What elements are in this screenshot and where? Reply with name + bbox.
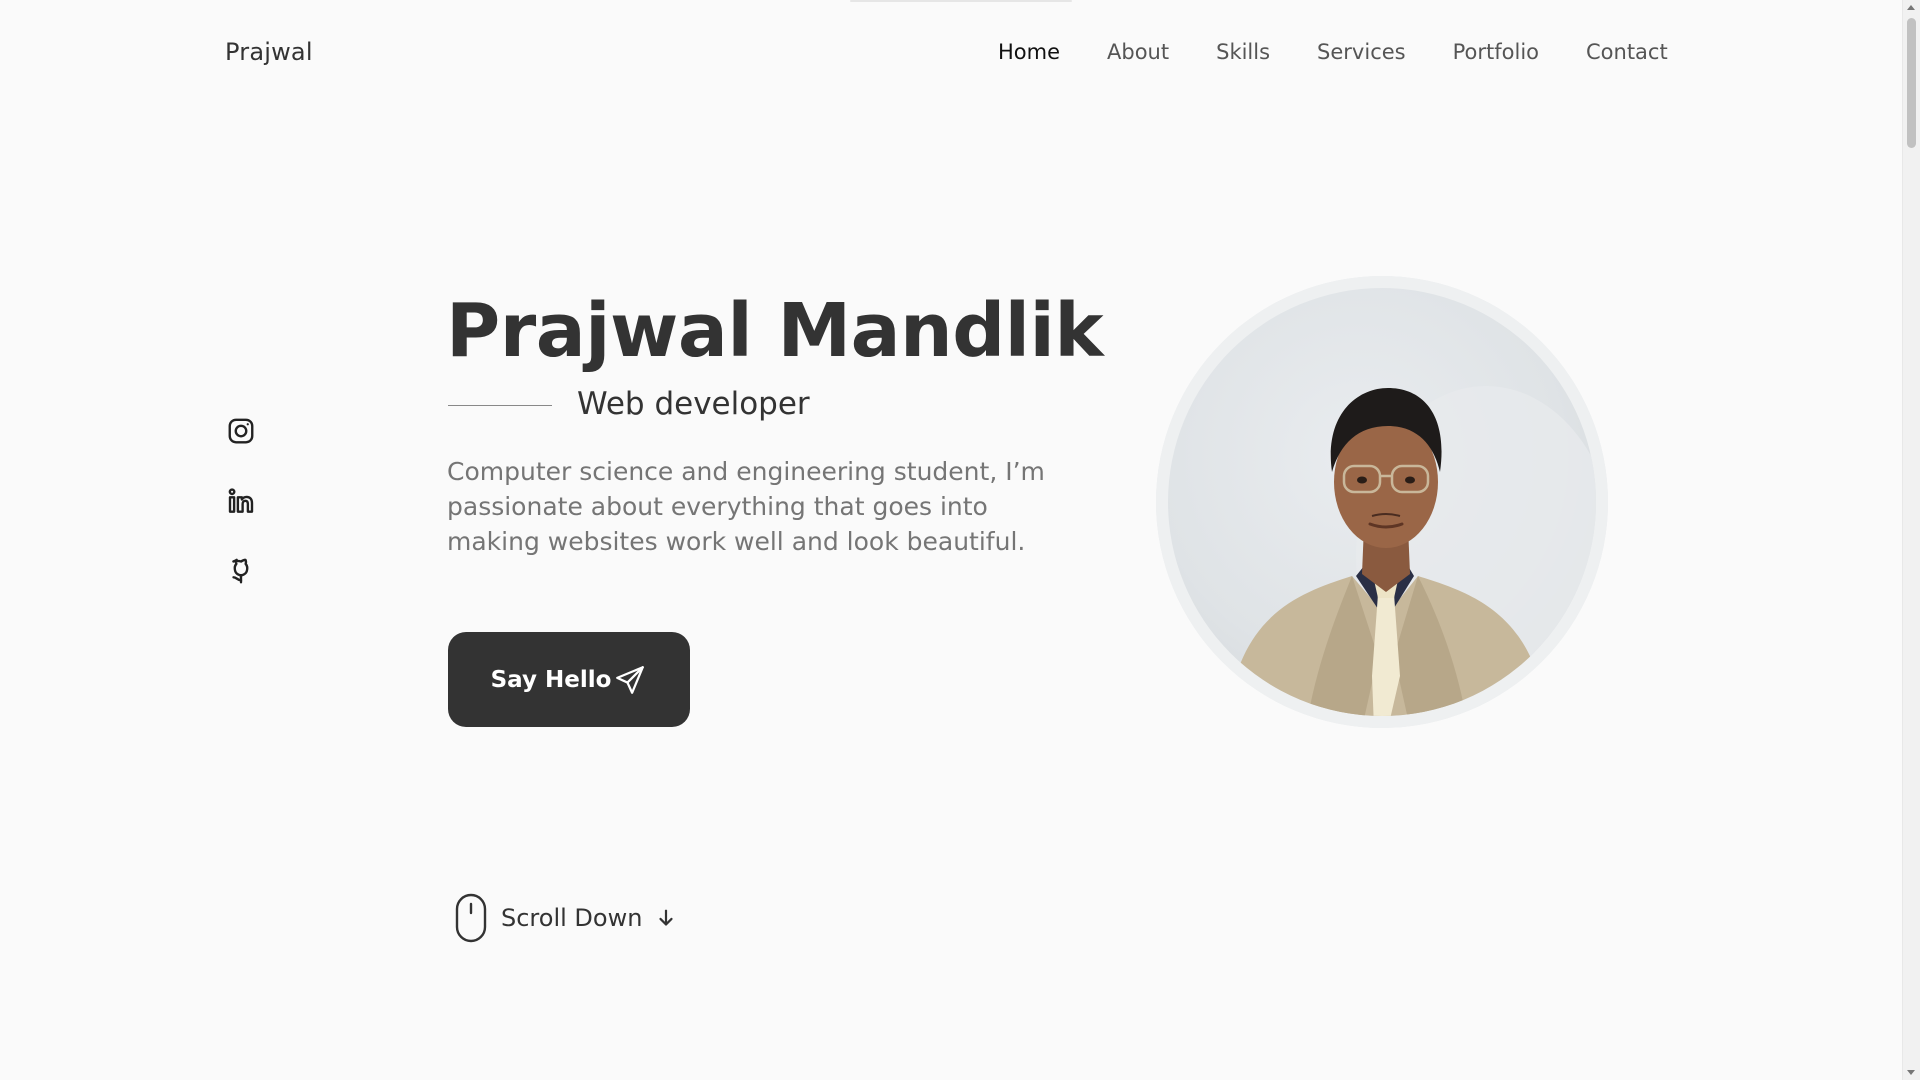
main-nav: Home About Skills Services Portfolio Con…: [998, 40, 1668, 64]
scroll-down-link[interactable]: Scroll Down: [455, 893, 677, 943]
scroll-down-label: Scroll Down: [501, 904, 643, 932]
scrollbar-down-arrow-icon[interactable]: [1907, 1070, 1915, 1075]
hero-name: Prajwal Mandlik: [446, 288, 1104, 374]
linkedin-icon: [228, 488, 254, 513]
nav-item-portfolio[interactable]: Portfolio: [1453, 40, 1539, 64]
say-hello-label: Say Hello: [490, 666, 612, 693]
say-hello-button[interactable]: Say Hello: [448, 632, 690, 727]
vertical-scrollbar[interactable]: [1902, 0, 1920, 1080]
instagram-link[interactable]: [226, 416, 256, 446]
nav-item-skills[interactable]: Skills: [1216, 40, 1270, 64]
nav-item-services[interactable]: Services: [1317, 40, 1406, 64]
profile-portrait: [1156, 276, 1608, 728]
linkedin-link[interactable]: [226, 486, 256, 516]
mouse-icon: [455, 893, 487, 943]
site-logo[interactable]: Prajwal: [225, 38, 313, 66]
instagram-icon: [228, 418, 254, 444]
profile-photo: [1156, 276, 1608, 728]
top-edge-shadow: [850, 0, 1072, 2]
nav-item-home[interactable]: Home: [998, 40, 1060, 64]
hero-subtitle: Web developer: [577, 386, 810, 422]
subtitle-divider: [448, 405, 552, 406]
nav-item-about[interactable]: About: [1107, 40, 1169, 64]
hero-description: Computer science and engineering student…: [447, 457, 1045, 556]
github-icon: [232, 558, 249, 584]
nav-item-contact[interactable]: Contact: [1586, 40, 1668, 64]
arrow-down-icon: [659, 909, 674, 926]
send-icon: [616, 665, 645, 694]
page: Prajwal Home About Skills Services Portf…: [0, 0, 1920, 1080]
scrollbar-thumb[interactable]: [1907, 18, 1916, 148]
github-link[interactable]: [226, 556, 256, 586]
social-links: [226, 416, 256, 626]
scrollbar-up-arrow-icon[interactable]: [1907, 5, 1915, 10]
